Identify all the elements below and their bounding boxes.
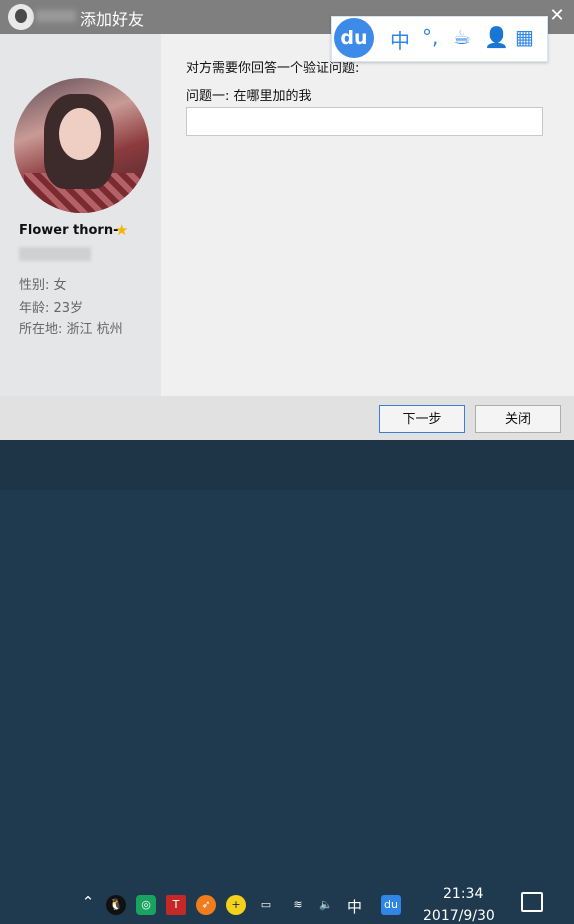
close-button[interactable]: 关闭: [475, 405, 561, 433]
profile-nickname: Flower thorn-: [19, 223, 119, 238]
security-tray-icon[interactable]: +: [226, 895, 246, 915]
clock-time[interactable]: 21:34: [443, 886, 483, 902]
window-title: 添加好友: [80, 10, 145, 29]
taskbar-ime-language[interactable]: 中: [347, 896, 362, 917]
wechat-tray-icon[interactable]: ◎: [136, 895, 156, 915]
wifi-icon[interactable]: ≋: [288, 895, 308, 915]
ime-toolbar[interactable]: du 中 °, ☕ 👤 ▦: [331, 16, 548, 62]
blurred-account-number: [19, 247, 91, 261]
avatar-face: [59, 108, 101, 160]
ime-user-icon[interactable]: 👤: [484, 25, 509, 49]
battery-icon[interactable]: ▭: [256, 895, 276, 915]
profile-gender: 性别: 女: [19, 278, 67, 293]
volume-icon[interactable]: 🔈: [316, 895, 336, 915]
verify-question: 问题一: 在哪里加的我: [186, 89, 312, 104]
notification-center-icon[interactable]: [521, 892, 543, 912]
profile-age: 年龄: 23岁: [19, 301, 84, 316]
show-hidden-icons-icon[interactable]: ⌃: [78, 892, 98, 912]
clock-date[interactable]: 2017/9/30: [423, 908, 495, 924]
answer-input[interactable]: [186, 107, 543, 136]
next-step-button[interactable]: 下一步: [379, 405, 465, 433]
baidu-ime-logo-icon[interactable]: du: [334, 18, 374, 58]
add-friend-window: 添加好友 ✕ Flower thorn- ★ 性别: 女 年龄: 23岁 所在地…: [0, 0, 574, 440]
close-window-button[interactable]: ✕: [546, 4, 568, 28]
ime-menu-grid-icon[interactable]: ▦: [515, 25, 534, 49]
taskbar: ⌃ 🐧 ◎ T ➶ + ▭ ≋ 🔈 中 du 21:34 2017/9/30: [0, 440, 574, 924]
star-icon: ★: [115, 221, 129, 239]
blurred-title-region: [36, 10, 76, 22]
ime-skin-icon[interactable]: ☕: [453, 25, 471, 49]
baidu-ime-tray-icon[interactable]: du: [381, 895, 401, 915]
qq-penguin-icon: [8, 4, 34, 30]
t-app-tray-icon[interactable]: T: [166, 895, 186, 915]
profile-location: 所在地: 浙江 杭州: [19, 322, 123, 337]
profile-avatar: [14, 78, 149, 213]
ime-mode-toggle[interactable]: 中: [390, 25, 410, 54]
ime-punctuation-toggle[interactable]: °,: [422, 25, 438, 49]
launch-app-tray-icon[interactable]: ➶: [196, 895, 216, 915]
qq-tray-icon[interactable]: 🐧: [106, 895, 126, 915]
